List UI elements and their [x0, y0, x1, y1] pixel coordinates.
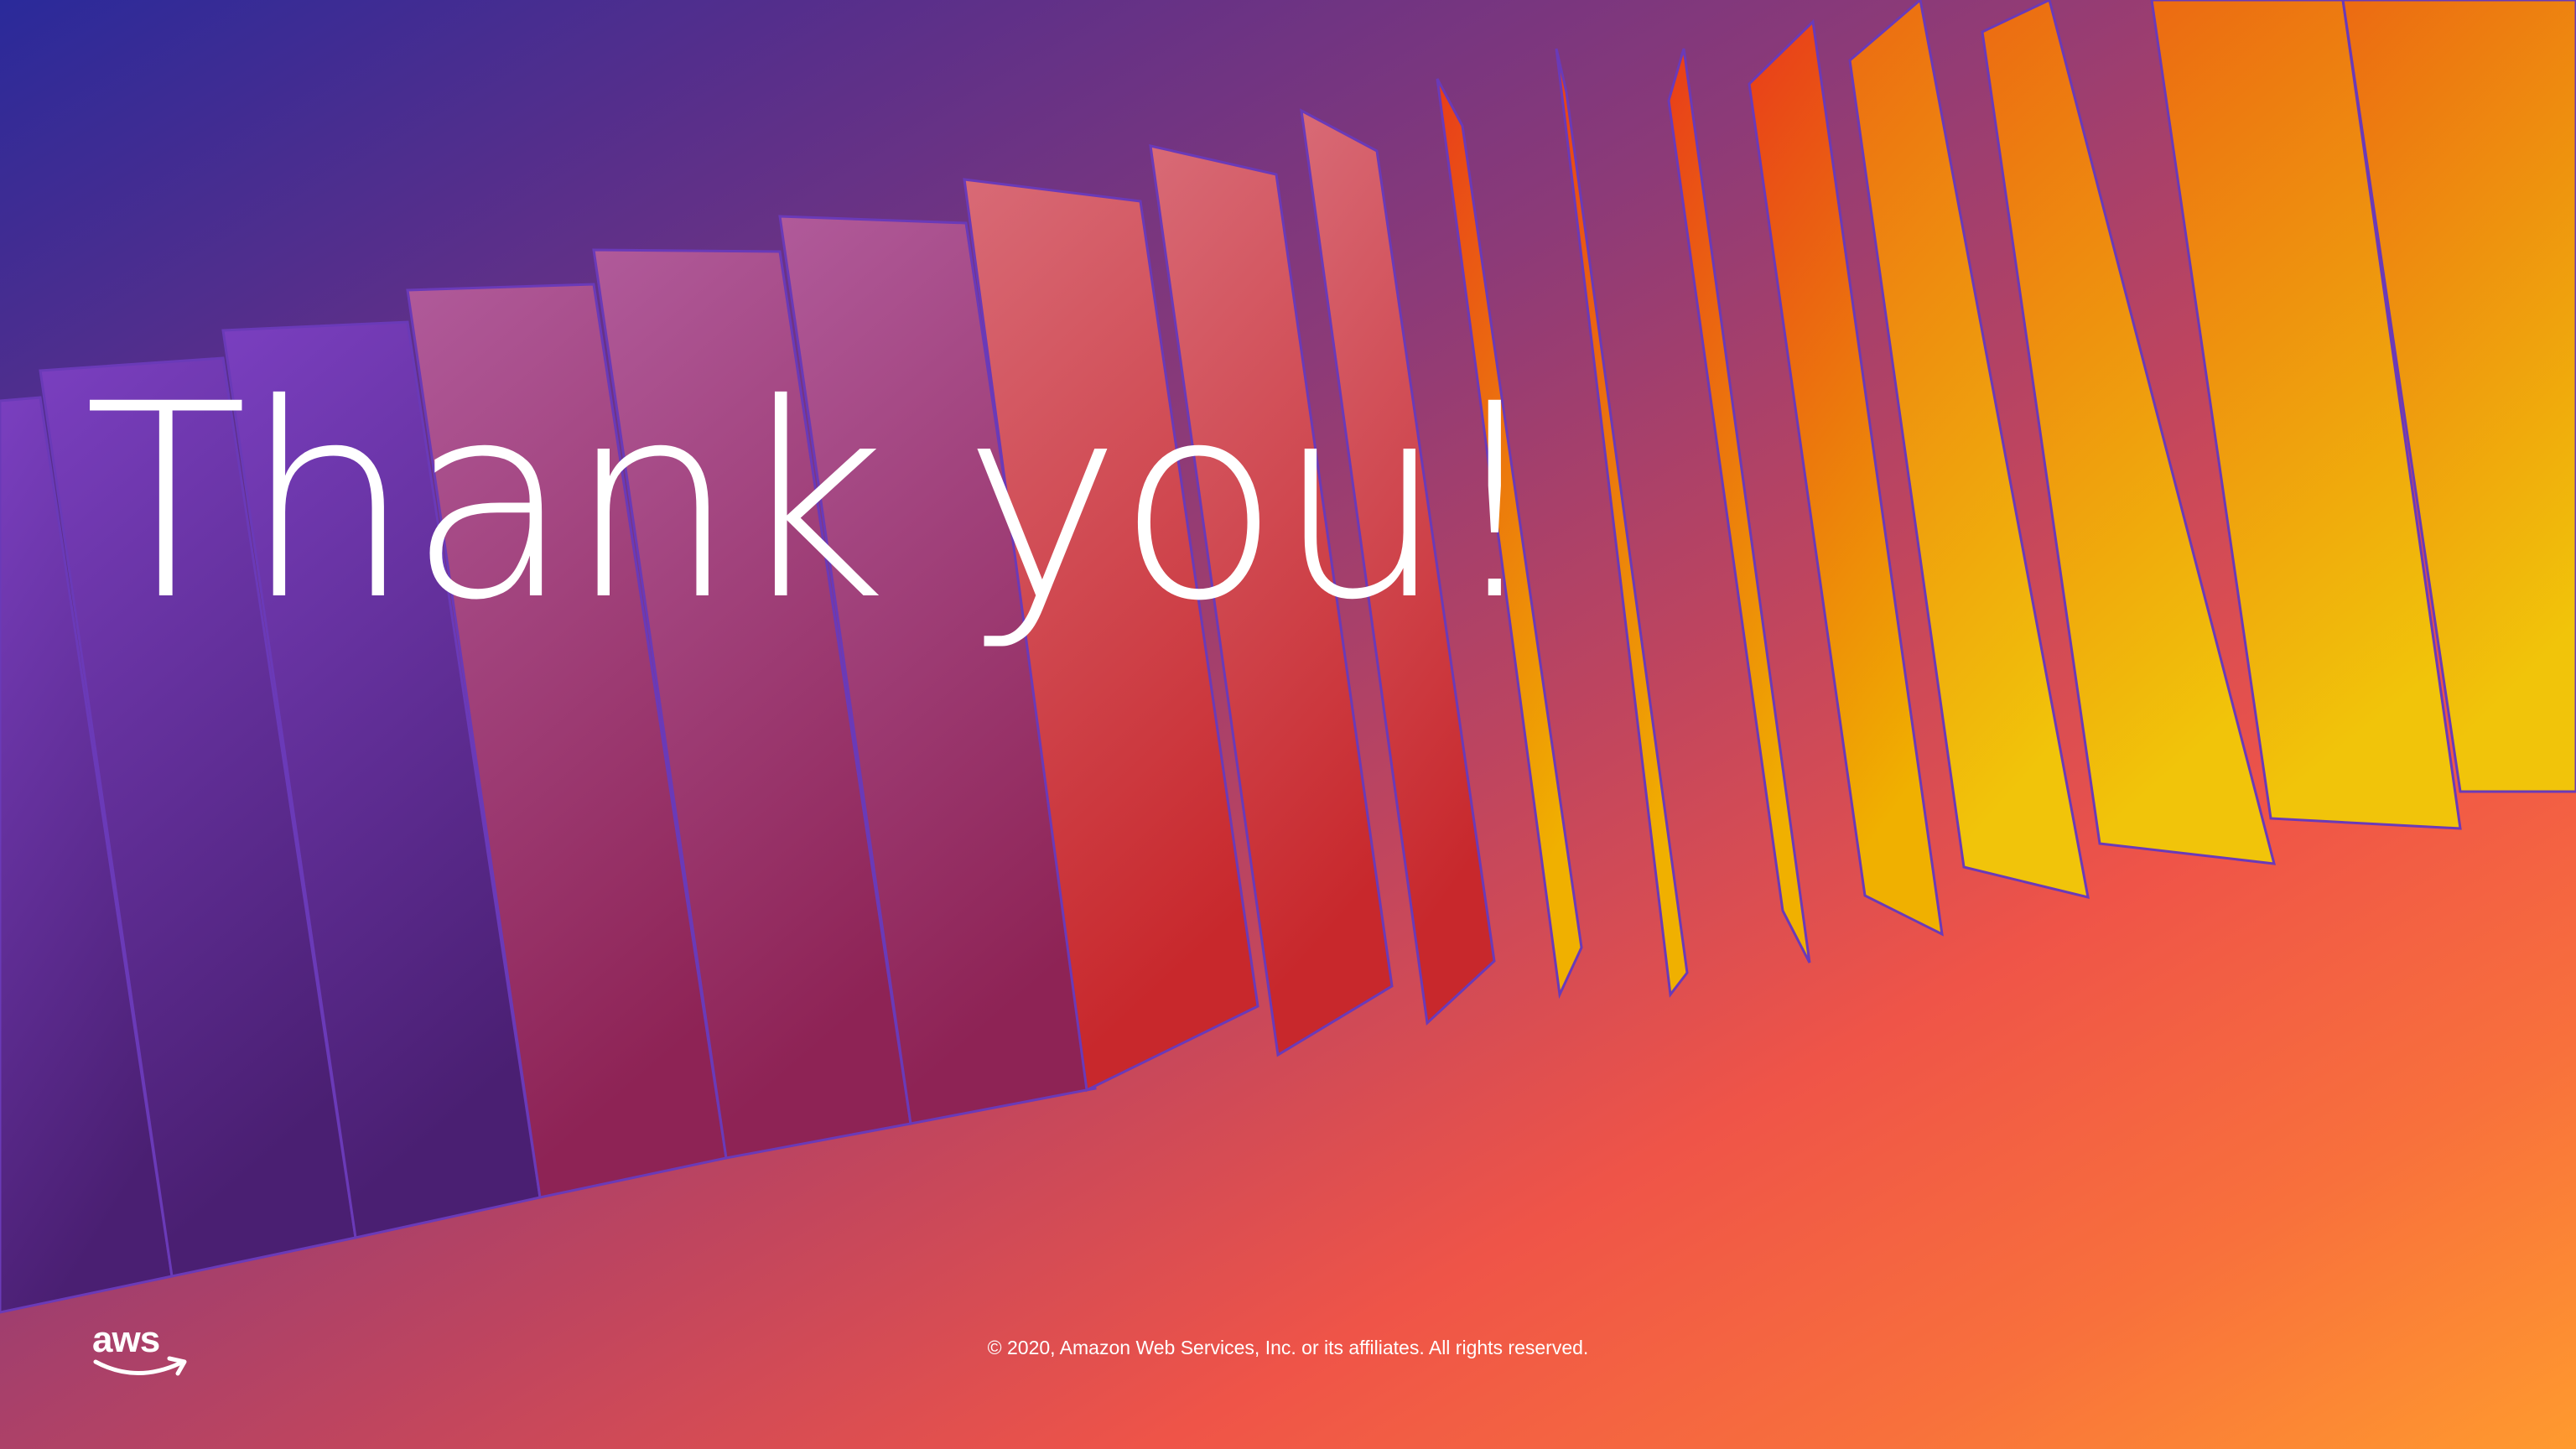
- page-title: Thank you!: [84, 347, 1548, 659]
- slide: Thank you! aws © 2020, Amazon Web Servic…: [0, 0, 2576, 1449]
- copyright-text: © 2020, Amazon Web Services, Inc. or its…: [987, 1337, 1589, 1358]
- decorative-panels: [0, 0, 2576, 1314]
- panel: [1555, 48, 1689, 998]
